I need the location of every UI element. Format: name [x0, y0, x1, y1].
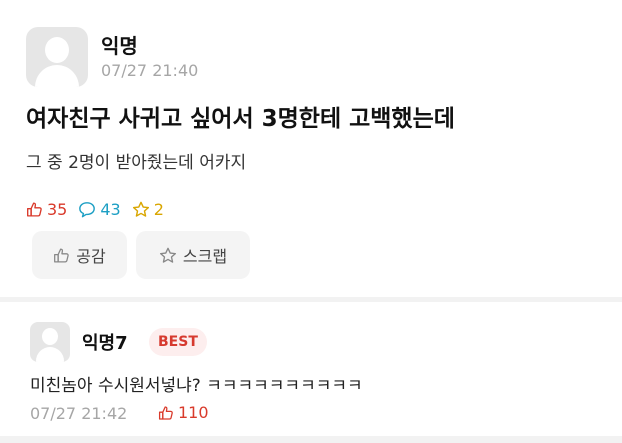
scrap-button[interactable]: 스크랩	[136, 231, 250, 279]
post-stats: 35 43 2	[26, 198, 175, 220]
scrap-count-value: 2	[153, 199, 164, 219]
comment-like-count[interactable]: 110	[158, 403, 209, 422]
star-icon	[132, 201, 149, 217]
bottom-divider	[0, 436, 622, 443]
post-content: 그 중 2명이 받아줬는데 어카지	[26, 153, 247, 173]
comment-like-count-value: 110	[178, 403, 209, 422]
best-badge: BEST	[149, 328, 207, 356]
thumbs-up-icon	[158, 405, 173, 420]
comment-author: 익명7	[82, 333, 128, 354]
like-count-value: 35	[47, 199, 68, 219]
thumbs-up-icon	[27, 201, 42, 217]
speech-bubble-icon	[79, 201, 96, 217]
author-avatar	[26, 27, 88, 87]
like-count: 35	[26, 200, 67, 219]
comment-count: 43	[78, 199, 121, 219]
thumbs-up-icon	[54, 247, 69, 263]
comment-avatar	[30, 322, 70, 362]
scrap-count: 2	[132, 200, 164, 219]
post-author: 익명	[101, 34, 138, 58]
post: 익명 07/27 21:40 여자친구 사귀고 싶어서 3명한테 고백했는데 그…	[0, 0, 622, 302]
empathy-button[interactable]: 공감	[32, 231, 127, 279]
star-icon	[159, 247, 176, 263]
scrap-button-label: 스크랩	[182, 247, 228, 266]
post-timestamp: 07/27 21:40	[101, 61, 199, 80]
post-title: 여자친구 사귀고 싶어서 3명한테 고백했는데	[26, 106, 455, 132]
empathy-button-label: 공감	[76, 247, 106, 266]
comment-timestamp: 07/27 21:42	[30, 404, 128, 423]
comment-count-value: 43	[100, 199, 121, 219]
comment-item: 익명7 BEST 미친놈아 수시원서넣냐? ㅋㅋㅋㅋㅋㅋㅋㅋㅋㅋ 07/27 2…	[0, 302, 622, 443]
comment-text: 미친놈아 수시원서넣냐? ㅋㅋㅋㅋㅋㅋㅋㅋㅋㅋ	[30, 376, 363, 396]
